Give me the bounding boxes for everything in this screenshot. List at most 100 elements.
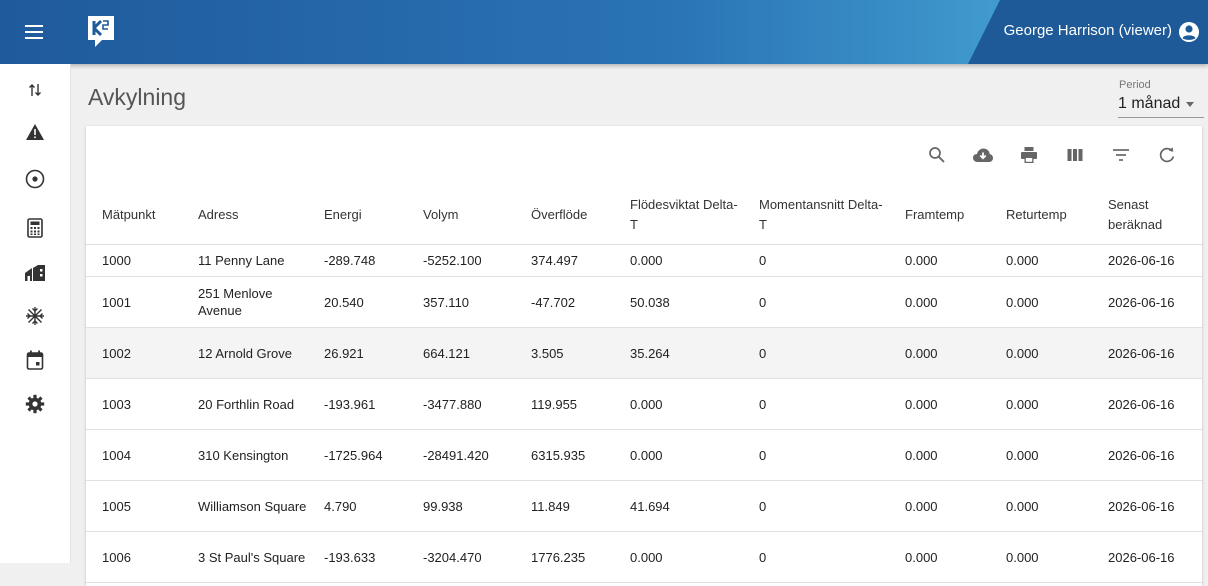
- table-cell: 0.000: [889, 276, 990, 328]
- table-cell: 12 Arnold Grove: [182, 327, 308, 379]
- table-cell: 0: [743, 480, 889, 532]
- table-cell: 0.000: [614, 531, 743, 583]
- table-cell: -193.633: [308, 531, 407, 583]
- period-value[interactable]: 1 månad: [1118, 95, 1204, 118]
- target-icon[interactable]: [23, 167, 47, 191]
- account-circle-icon[interactable]: [1178, 21, 1200, 43]
- calendar-icon[interactable]: [23, 348, 47, 372]
- column-header[interactable]: Momentansnitt Delta-T: [743, 186, 889, 245]
- table-cell: 1003: [86, 378, 182, 430]
- column-header[interactable]: Framtemp: [889, 186, 990, 245]
- column-header[interactable]: Mätpunkt: [86, 186, 182, 245]
- column-header[interactable]: Energi: [308, 186, 407, 245]
- settings-icon[interactable]: [23, 392, 47, 416]
- transfer-icon[interactable]: [23, 78, 47, 102]
- columns-icon[interactable]: [1064, 144, 1086, 166]
- table-cell: 0.000: [990, 531, 1092, 583]
- table-cell: 0.000: [614, 378, 743, 430]
- search-icon[interactable]: [926, 144, 948, 166]
- refresh-icon[interactable]: [1156, 144, 1178, 166]
- table-cell: 0.000: [889, 531, 990, 583]
- table-row[interactable]: 1006 3 St Paul's Square -193.633 -3204.4…: [86, 531, 1202, 583]
- table-cell: 0: [743, 531, 889, 583]
- table-row[interactable]: 1003 20 Forthlin Road -193.961 -3477.880…: [86, 378, 1202, 430]
- table-cell: 0.000: [990, 480, 1092, 532]
- table-cell: 2026-06-16: [1092, 276, 1202, 328]
- data-card: Mätpunkt Adress Energi Volym Överflöde F…: [86, 126, 1202, 586]
- table-row[interactable]: 1004 310 Kensington -1725.964 -28491.420…: [86, 429, 1202, 481]
- table-cell: -28491.420: [407, 429, 515, 481]
- table-header-row: Mätpunkt Adress Energi Volym Överflöde F…: [86, 186, 1202, 245]
- table-cell: 99.938: [407, 480, 515, 532]
- menu-icon[interactable]: [22, 21, 46, 43]
- table-cell: 2026-06-16: [1092, 327, 1202, 379]
- print-icon[interactable]: [1018, 144, 1040, 166]
- table-cell: 664.121: [407, 327, 515, 379]
- table-cell: -3477.880: [407, 378, 515, 430]
- table-cell: -193.961: [308, 378, 407, 430]
- table-row[interactable]: 1001 251 Menlove Avenue 20.540 357.110 -…: [86, 276, 1202, 328]
- column-header[interactable]: Adress: [182, 186, 308, 245]
- table-cell: 119.955: [515, 378, 614, 430]
- table-cell: 1001: [86, 276, 182, 328]
- table-cell: 0.000: [889, 480, 990, 532]
- buildings-icon[interactable]: [23, 261, 47, 285]
- table-cell: -47.702: [515, 276, 614, 328]
- logo-icon: [88, 16, 114, 47]
- table-row[interactable]: 1000 11 Penny Lane -289.748 -5252.100 37…: [86, 244, 1202, 277]
- snowflake-icon[interactable]: [23, 304, 47, 328]
- table-cell: -3204.470: [407, 531, 515, 583]
- table-cell: -5252.100: [407, 244, 515, 277]
- table-row[interactable]: 1005 Williamson Square 4.790 99.938 11.8…: [86, 480, 1202, 532]
- table-cell: 4.790: [308, 480, 407, 532]
- table-cell: 3 St Paul's Square: [182, 531, 308, 583]
- table-cell: 1004: [86, 429, 182, 481]
- period-label: Period: [1119, 79, 1151, 91]
- table-cell: 1776.235: [515, 531, 614, 583]
- column-header[interactable]: Överflöde: [515, 186, 614, 245]
- table-cell: 50.038: [614, 276, 743, 328]
- table-cell: 20.540: [308, 276, 407, 328]
- table-cell: 0.000: [614, 429, 743, 481]
- table-cell: 3.505: [515, 327, 614, 379]
- column-header[interactable]: Senast beräknad: [1092, 186, 1202, 245]
- table-cell: 0.000: [990, 429, 1092, 481]
- cloud-download-icon[interactable]: [972, 144, 994, 166]
- table-cell: 1005: [86, 480, 182, 532]
- table-cell: 0: [743, 276, 889, 328]
- warning-icon[interactable]: [23, 120, 47, 144]
- table-cell: 11 Penny Lane: [182, 244, 308, 277]
- table-cell: 0.000: [889, 429, 990, 481]
- table-cell: Williamson Square: [182, 480, 308, 532]
- column-header[interactable]: Flödesviktat Delta-T: [614, 186, 743, 245]
- column-header[interactable]: Volym: [407, 186, 515, 245]
- table-cell: -289.748: [308, 244, 407, 277]
- table-cell: 251 Menlove Avenue: [182, 276, 308, 328]
- table-cell: 0.000: [614, 244, 743, 277]
- table-cell: 0: [743, 244, 889, 277]
- page-title: Avkylning: [88, 84, 187, 110]
- table-cell: 0.000: [889, 244, 990, 277]
- table-cell: 0.000: [990, 327, 1092, 379]
- table-cell: 0.000: [889, 378, 990, 430]
- table-cell: 6315.935: [515, 429, 614, 481]
- table-toolbar: [926, 144, 1202, 170]
- data-table: Mätpunkt Adress Energi Volym Överflöde F…: [86, 186, 1202, 583]
- table-cell: 374.497: [515, 244, 614, 277]
- table-cell: 0.000: [889, 327, 990, 379]
- table-cell: 1006: [86, 531, 182, 583]
- table-cell: 0: [743, 429, 889, 481]
- calculator-icon[interactable]: [23, 216, 47, 240]
- table-cell: 1000: [86, 244, 182, 277]
- table-cell: 2026-06-16: [1092, 429, 1202, 481]
- filter-icon[interactable]: [1110, 144, 1132, 166]
- table-row[interactable]: 1002 12 Arnold Grove 26.921 664.121 3.50…: [86, 327, 1202, 379]
- table-cell: 310 Kensington: [182, 429, 308, 481]
- user-name[interactable]: George Harrison (viewer): [1004, 22, 1172, 39]
- table-cell: 11.849: [515, 480, 614, 532]
- column-header[interactable]: Returtemp: [990, 186, 1092, 245]
- app-bar: George Harrison (viewer): [0, 0, 1208, 64]
- table-cell: 0.000: [990, 276, 1092, 328]
- period-select[interactable]: Period 1 månad: [1118, 79, 1204, 118]
- table-cell: 0: [743, 327, 889, 379]
